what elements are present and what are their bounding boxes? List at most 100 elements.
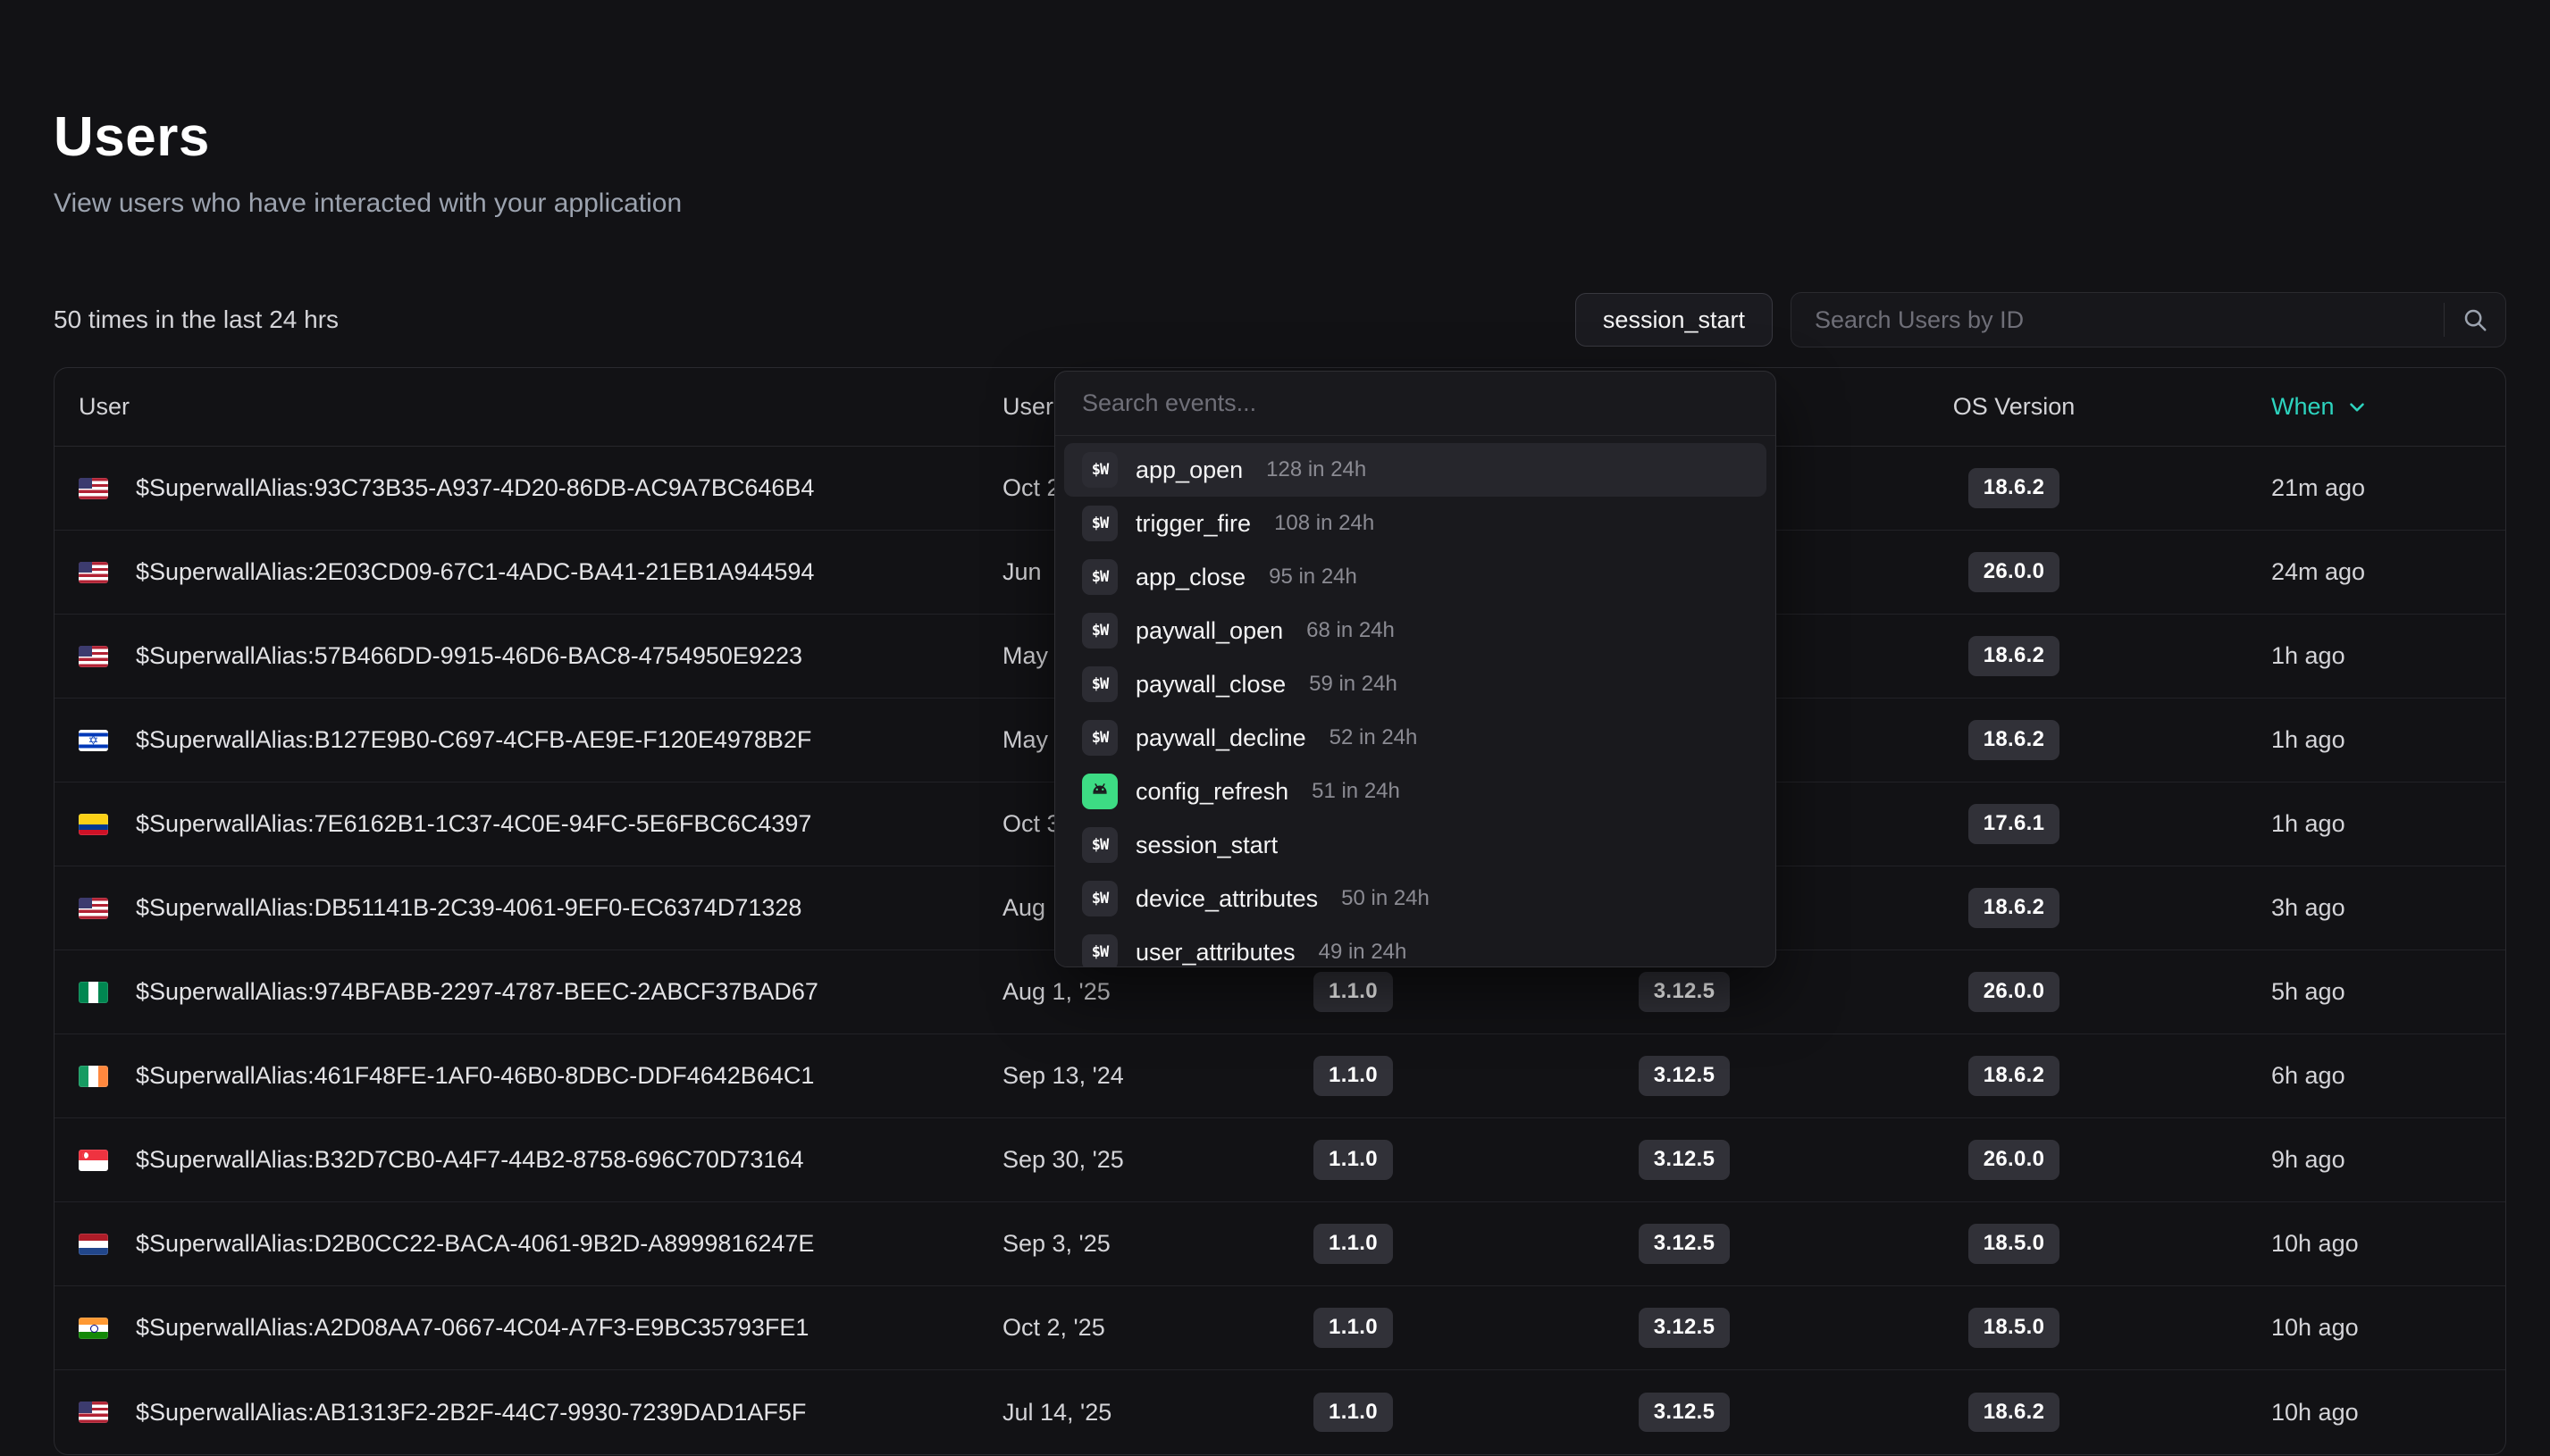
user-alias: $SuperwallAlias:D2B0CC22-BACA-4061-9B2D-… xyxy=(136,1230,814,1258)
app-version-badge: 1.1.0 xyxy=(1313,1308,1393,1348)
superwall-icon: $W xyxy=(1082,613,1118,649)
column-header-user[interactable]: User xyxy=(79,393,1002,421)
event-menu-item[interactable]: $W trigger_fire 108 in 24h xyxy=(1064,497,1766,550)
sdk-version-badge: 3.12.5 xyxy=(1639,1056,1731,1096)
event-count: 49 in 24h xyxy=(1319,940,1407,965)
event-name: app_close xyxy=(1136,564,1246,591)
event-count: 59 in 24h xyxy=(1309,672,1397,697)
events-list: $W app_open 128 in 24h $W trigger_fire 1… xyxy=(1055,436,1775,966)
when-cell: 10h ago xyxy=(2149,1314,2481,1342)
os-version-badge: 18.6.2 xyxy=(1968,720,2060,760)
event-name: paywall_decline xyxy=(1136,724,1306,752)
app-version-badge: 1.1.0 xyxy=(1313,1224,1393,1264)
page-subtitle: View users who have interacted with your… xyxy=(54,188,2506,219)
country-flag-icon-sg xyxy=(79,1150,108,1171)
event-name: trigger_fire xyxy=(1136,510,1251,538)
search-button[interactable] xyxy=(2445,306,2505,333)
event-count: 95 in 24h xyxy=(1269,565,1357,590)
superwall-icon: $W xyxy=(1082,881,1118,916)
event-name: device_attributes xyxy=(1136,885,1318,913)
user-since-cell: Oct 2, '25 xyxy=(1002,1314,1217,1342)
user-alias: $SuperwallAlias:AB1313F2-2B2F-44C7-9930-… xyxy=(136,1399,806,1427)
event-name: session_start xyxy=(1136,832,1278,859)
superwall-icon: $W xyxy=(1082,720,1118,756)
user-search xyxy=(1791,292,2506,347)
table-row[interactable]: $SuperwallAlias:AB1313F2-2B2F-44C7-9930-… xyxy=(55,1370,2505,1454)
os-version-badge: 18.6.2 xyxy=(1968,468,2060,508)
column-header-os-version[interactable]: OS Version xyxy=(1879,393,2149,421)
when-cell: 10h ago xyxy=(2149,1399,2481,1427)
search-users-input[interactable] xyxy=(1791,293,2444,347)
table-row[interactable]: $SuperwallAlias:A2D08AA7-0667-4C04-A7F3-… xyxy=(55,1286,2505,1370)
user-since-cell: Aug 1, '25 xyxy=(1002,978,1217,1006)
user-alias: $SuperwallAlias:7E6162B1-1C37-4C0E-94FC-… xyxy=(136,810,811,838)
user-alias: $SuperwallAlias:DB51141B-2C39-4061-9EF0-… xyxy=(136,894,801,922)
event-count: 51 in 24h xyxy=(1312,779,1400,804)
when-cell: 6h ago xyxy=(2149,1062,2481,1090)
event-menu-item[interactable]: $W device_attributes 50 in 24h xyxy=(1064,872,1766,925)
column-header-when-label: When xyxy=(2271,393,2335,421)
events-search-input[interactable] xyxy=(1055,372,1775,435)
event-count: 108 in 24h xyxy=(1274,511,1374,536)
event-count: 50 in 24h xyxy=(1341,886,1430,911)
search-icon xyxy=(2462,306,2488,333)
event-menu-item[interactable]: $W paywall_decline 52 in 24h xyxy=(1064,711,1766,765)
sdk-version-badge: 3.12.5 xyxy=(1639,1393,1731,1433)
user-alias: $SuperwallAlias:B127E9B0-C697-4CFB-AE9E-… xyxy=(136,726,811,754)
country-flag-icon-in xyxy=(79,1318,108,1339)
table-row[interactable]: $SuperwallAlias:B32D7CB0-A4F7-44B2-8758-… xyxy=(55,1118,2505,1202)
when-cell: 9h ago xyxy=(2149,1146,2481,1174)
table-row[interactable]: $SuperwallAlias:D2B0CC22-BACA-4061-9B2D-… xyxy=(55,1202,2505,1286)
event-menu-item[interactable]: $W user_attributes 49 in 24h xyxy=(1064,925,1766,966)
when-cell: 3h ago xyxy=(2149,894,2481,922)
event-menu-item[interactable]: $W app_open 128 in 24h xyxy=(1064,443,1766,497)
event-menu-item[interactable]: $W paywall_close 59 in 24h xyxy=(1064,657,1766,711)
app-version-badge: 1.1.0 xyxy=(1313,972,1393,1012)
superwall-icon: $W xyxy=(1082,666,1118,702)
os-version-badge: 18.5.0 xyxy=(1968,1308,2060,1348)
event-menu-item[interactable]: config_refresh 51 in 24h xyxy=(1064,765,1766,818)
country-flag-icon-us xyxy=(79,646,108,667)
when-cell: 5h ago xyxy=(2149,978,2481,1006)
country-flag-icon-il xyxy=(79,730,108,751)
event-filter-button[interactable]: session_start xyxy=(1575,293,1773,347)
user-since-cell: Sep 3, '25 xyxy=(1002,1230,1217,1258)
country-flag-icon-co xyxy=(79,814,108,835)
event-count: 68 in 24h xyxy=(1306,618,1395,643)
user-alias: $SuperwallAlias:57B466DD-9915-46D6-BAC8-… xyxy=(136,642,802,670)
user-alias: $SuperwallAlias:974BFABB-2297-4787-BEEC-… xyxy=(136,978,818,1006)
user-alias: $SuperwallAlias:2E03CD09-67C1-4ADC-BA41-… xyxy=(136,558,814,586)
country-flag-icon-ng xyxy=(79,982,108,1003)
os-version-badge: 18.6.2 xyxy=(1968,888,2060,928)
event-menu-item[interactable]: $W paywall_open 68 in 24h xyxy=(1064,604,1766,657)
country-flag-icon-us xyxy=(79,562,108,583)
os-version-badge: 26.0.0 xyxy=(1968,1140,2060,1180)
superwall-icon: $W xyxy=(1082,827,1118,863)
user-alias: $SuperwallAlias:93C73B35-A937-4D20-86DB-… xyxy=(136,474,814,502)
when-cell: 1h ago xyxy=(2149,642,2481,670)
event-name: user_attributes xyxy=(1136,939,1296,966)
page-title: Users xyxy=(54,105,2506,169)
users-page: Users View users who have interacted wit… xyxy=(0,0,2550,1456)
country-flag-icon-us xyxy=(79,478,108,499)
table-row[interactable]: $SuperwallAlias:461F48FE-1AF0-46B0-8DBC-… xyxy=(55,1034,2505,1118)
column-header-when[interactable]: When xyxy=(2149,393,2481,421)
superwall-icon: $W xyxy=(1082,559,1118,595)
sdk-version-badge: 3.12.5 xyxy=(1639,1308,1731,1348)
event-name: config_refresh xyxy=(1136,778,1288,806)
os-version-badge: 26.0.0 xyxy=(1968,972,2060,1012)
sdk-version-badge: 3.12.5 xyxy=(1639,972,1731,1012)
os-version-badge: 18.5.0 xyxy=(1968,1224,2060,1264)
event-menu-item[interactable]: $W app_close 95 in 24h xyxy=(1064,550,1766,604)
superwall-icon: $W xyxy=(1082,506,1118,541)
user-since-cell: Jul 14, '25 xyxy=(1002,1399,1217,1427)
when-cell: 1h ago xyxy=(2149,810,2481,838)
os-version-badge: 26.0.0 xyxy=(1968,552,2060,592)
when-cell: 21m ago xyxy=(2149,474,2481,502)
event-name: paywall_close xyxy=(1136,671,1286,699)
country-flag-icon-us xyxy=(79,1402,108,1423)
os-version-badge: 18.6.2 xyxy=(1968,1056,2060,1096)
user-since-cell: Sep 30, '25 xyxy=(1002,1146,1217,1174)
toolbar: session_start xyxy=(1575,292,2506,347)
event-menu-item[interactable]: $W session_start xyxy=(1064,818,1766,872)
